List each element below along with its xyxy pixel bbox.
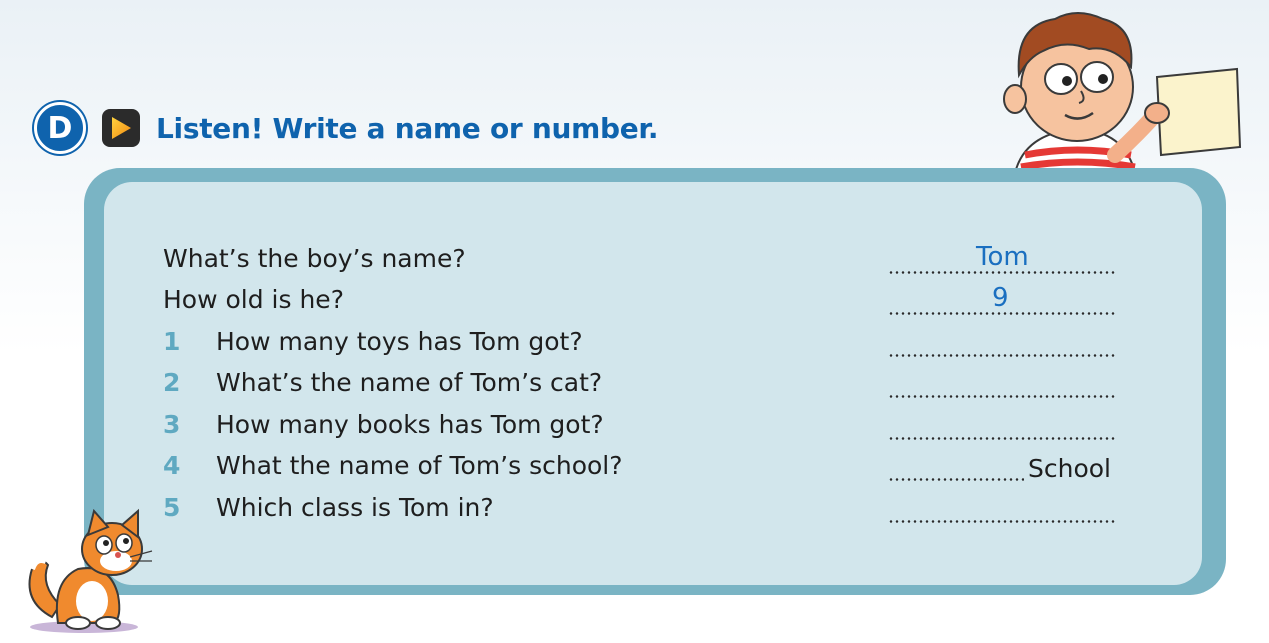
question-text: What’s the boy’s name? [163, 244, 466, 273]
handwritten-answer: Tom [976, 242, 1029, 272]
question-3: 3 How many books has Tom got? [163, 404, 1123, 444]
question-number: 5 [163, 493, 181, 522]
question-text: What’s the name of Tom’s cat? [216, 368, 603, 397]
question-example-2: How old is he? 9 [163, 279, 1123, 319]
question-5: 5 Which class is Tom in? [163, 487, 1123, 527]
exercise-title: Listen! Write a name or number. [156, 111, 659, 145]
cat-illustration [28, 508, 153, 633]
answer-field[interactable]: 9 [888, 279, 1116, 315]
question-text: How many toys has Tom got? [216, 327, 583, 356]
answer-field[interactable] [888, 487, 1116, 523]
question-4: 4 What the name of Tom’s school? School [163, 445, 1123, 485]
answer-field[interactable] [888, 362, 1116, 398]
boy-illustration [1003, 12, 1242, 173]
answer-dotted-line [888, 520, 1116, 523]
letter-d-badge-icon: D [34, 102, 86, 154]
question-2: 2 What’s the name of Tom’s cat? [163, 362, 1123, 402]
play-icon[interactable] [102, 109, 140, 147]
answer-field[interactable] [888, 321, 1116, 357]
answer-dotted-line [888, 437, 1116, 440]
question-text: How old is he? [163, 285, 344, 314]
question-number: 3 [163, 410, 181, 439]
answer-field[interactable]: Tom [888, 238, 1116, 274]
question-number: 1 [163, 327, 181, 356]
question-example-1: What’s the boy’s name? Tom [163, 238, 1123, 278]
question-1: 1 How many toys has Tom got? [163, 321, 1123, 361]
handwritten-answer: 9 [992, 283, 1009, 313]
question-number: 4 [163, 451, 181, 480]
answer-dotted-line [888, 478, 1024, 481]
question-text: How many books has Tom got? [216, 410, 604, 439]
exercise-header: D Listen! Write a name or number. [34, 102, 659, 154]
answer-field[interactable] [888, 404, 1116, 440]
badge-letter: D [47, 110, 73, 146]
question-text: What the name of Tom’s school? [216, 451, 623, 480]
answer-dotted-line [888, 395, 1116, 398]
answer-field[interactable]: School [888, 445, 1116, 483]
answer-dotted-line [888, 354, 1116, 357]
question-text: Which class is Tom in? [216, 493, 494, 522]
answer-suffix: School [1028, 454, 1111, 483]
question-number: 2 [163, 368, 181, 397]
